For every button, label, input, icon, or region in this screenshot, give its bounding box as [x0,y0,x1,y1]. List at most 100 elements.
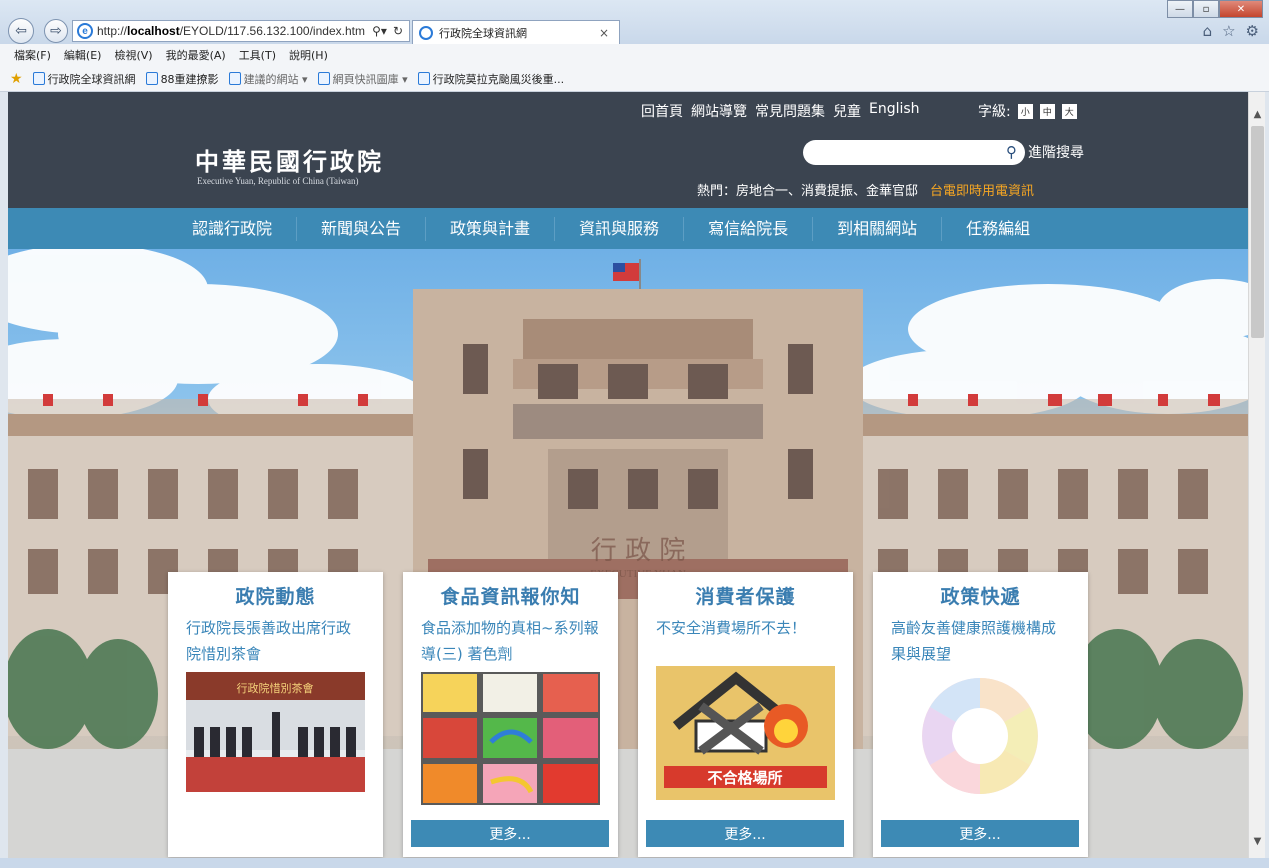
page-icon [228,72,241,85]
favorites-add-icon[interactable]: ★ [10,71,23,87]
search-icon[interactable]: ⚲ [1006,143,1017,161]
browser-tab-active[interactable]: 行政院全球資訊網 × [412,20,620,44]
tab-close-icon[interactable]: × [599,26,609,40]
more-button[interactable]: 更多... [646,820,844,847]
back-button[interactable]: ⇦ [8,18,34,44]
site-header: 中華民國行政院 Executive Yuan, Republic of Chin… [8,126,1248,208]
card-title[interactable]: 消費者保護 [656,582,835,609]
news-card-policy-express[interactable]: 政策快遞 高齡友善健康照護機構成果與展望 更多... [873,572,1088,857]
favorite-link[interactable]: 行政院全球資訊網 [32,71,136,87]
font-size-button[interactable]: 中 [1039,103,1055,119]
page-scrollbar[interactable]: ▲ ▼ [1248,92,1265,858]
card-subtitle[interactable]: 行政院長張善政出席行政院惜別茶會 [186,615,365,667]
hero-sign-text: 行 政 院 [591,536,686,566]
utility-bar: 回首頁 網站導覽 常見問題集 兒童 English 字級: 小中大 [8,92,1248,126]
font-size-button[interactable]: 小 [1017,103,1033,119]
window-close-button[interactable]: ✕ [1219,0,1263,18]
scroll-thumb[interactable] [1251,126,1264,338]
home-icon[interactable]: ⌂ [1203,22,1213,40]
window-controls: — ▫ ✕ [1167,0,1263,18]
main-nav-item[interactable]: 到相關網站 [813,216,943,241]
favorite-label: 行政院莫拉克颱風災後重... [432,72,565,86]
favorite-label: 建議的網站 ▾ [243,72,308,86]
address-url[interactable]: http://localhost/EYOLD/117.56.132.100/in… [97,24,366,38]
main-nav-item[interactable]: 政策與計畫 [426,216,556,241]
utility-nav: 回首頁 網站導覽 常見問題集 兒童 English [641,101,920,121]
menu-item[interactable]: 工具(T) [239,47,276,63]
favorite-label: 88重建撩影 [160,72,219,86]
refresh-icon[interactable]: ↻ [393,24,403,38]
back-arrow-icon: ⇦ [15,23,27,39]
favorites-star-icon[interactable]: ☆ [1222,22,1235,40]
forward-button[interactable]: ⇨ [44,19,68,43]
card-title[interactable]: 政院動態 [186,582,365,609]
page-viewport: 回首頁 網站導覽 常見問題集 兒童 English 字級: 小中大 中華民國行政院 Ex… [8,92,1248,858]
main-nav-item[interactable]: 認識行政院 [168,216,298,241]
scroll-up-icon[interactable]: ▲ [1249,106,1266,123]
browser-menubar: 檔案(F) 編輯(E) 檢視(V) 我的最愛(A) 工具(T) 說明(H) [0,44,1269,66]
menu-item[interactable]: 我的最愛(A) [166,47,226,63]
favorite-link[interactable]: 網頁快訊圖庫 ▾ [317,71,408,87]
page-icon [32,72,45,85]
card-photo-unsafe-venue-sign[interactable]: 不合格場所 [656,666,835,800]
sign-text: 不合格場所 [707,769,782,787]
minimize-button[interactable]: — [1167,0,1193,18]
font-size-switcher: 字級: 小中大 [978,101,1077,121]
hot-topics: 熱門：房地合一、消費提振、金華官邸 台電即時用電資訊 [697,180,1034,199]
utility-link[interactable]: 兒童 [833,101,861,121]
page-icon [317,72,330,85]
favorite-label: 行政院全球資訊網 [47,72,136,86]
search-input[interactable]: ⚲ [803,140,1025,165]
hot-topic-highlight[interactable]: 台電即時用電資訊 [930,180,1034,199]
card-photo-candy[interactable] [421,672,600,805]
main-nav-item[interactable]: 寫信給院長 [684,216,814,241]
more-button[interactable]: 更多... [411,820,609,847]
page-icon [145,72,158,85]
favorite-link[interactable]: 行政院莫拉克颱風災後重... [417,71,565,87]
card-photo-tea-party[interactable]: 行政院惜別茶會 [186,672,365,792]
news-card-executive-updates[interactable]: 政院動態 行政院長張善政出席行政院惜別茶會 行政院惜別茶會 [168,572,383,857]
font-size-button[interactable]: 大 [1061,103,1077,119]
settings-gear-icon[interactable]: ⚙ [1246,22,1259,40]
favorite-link[interactable]: 88重建撩影 [145,71,219,87]
card-subtitle[interactable]: 高齡友善健康照護機構成果與展望 [891,615,1070,667]
utility-link[interactable]: English [869,101,920,121]
news-card-consumer-protection[interactable]: 消費者保護 不安全消費場所不去！ 不合格場所 更多... [638,572,853,857]
main-nav-item[interactable]: 資訊與服務 [555,216,685,241]
card-infographic-elderly-care[interactable] [891,668,1070,800]
menu-item[interactable]: 檔案(F) [14,47,51,63]
forward-arrow-icon: ⇨ [50,23,62,39]
menu-item[interactable]: 說明(H) [289,47,328,63]
news-card-food-info[interactable]: 食品資訊報你知 食品添加物的真相~系列報導(三) 著色劑 更多... [403,572,618,857]
favorites-bar: ★ 行政院全球資訊網 88重建撩影 建議的網站 ▾ 網頁快訊圖庫 ▾ 行政院莫拉克颱風災… [0,66,1269,92]
menu-item[interactable]: 編輯(E) [64,47,102,63]
card-subtitle[interactable]: 食品添加物的真相~系列報導(三) 著色劑 [421,615,600,667]
site-logo[interactable]: 中華民國行政院 [195,142,384,177]
photo-banner-text: 行政院惜別茶會 [237,681,314,695]
maximize-button[interactable]: ▫ [1193,0,1219,18]
tab-title: 行政院全球資訊網 [439,26,527,40]
browser-titlebar: ⇦ ⇨ e http://localhost/EYOLD/117.56.132.… [0,0,1269,44]
favorite-link[interactable]: 建議的網站 ▾ [228,71,308,87]
utility-link[interactable]: 常見問題集 [755,101,825,121]
card-title[interactable]: 食品資訊報你知 [421,582,600,609]
ie-logo-icon: e [77,23,93,39]
site-logo-english: Executive Yuan, Republic of China (Taiwa… [197,176,359,186]
main-nav-item[interactable]: 任務編組 [942,217,1054,241]
favorite-label: 網頁快訊圖庫 ▾ [332,72,408,86]
scroll-down-icon[interactable]: ▼ [1249,833,1266,850]
main-nav: 認識行政院 新聞與公告 政策與計畫 資訊與服務 寫信給院長 到相關網站 任務編組 [8,208,1248,249]
advanced-search-link[interactable]: 進階搜尋 [1028,142,1084,162]
card-subtitle[interactable]: 不安全消費場所不去！ [656,615,835,641]
address-bar[interactable]: e http://localhost/EYOLD/117.56.132.100/… [72,20,410,42]
more-button[interactable]: 更多... [881,820,1079,847]
utility-link[interactable]: 回首頁 [641,101,683,121]
page-icon [417,72,430,85]
card-title[interactable]: 政策快遞 [891,582,1070,609]
menu-item[interactable]: 檢視(V) [114,47,152,63]
utility-link[interactable]: 網站導覽 [691,101,747,121]
browser-bottom-frame [0,858,1269,868]
hot-topics-text[interactable]: 熱門：房地合一、消費提振、金華官邸 [697,180,918,199]
search-dropdown-icon[interactable]: ⚲▾ [372,24,387,38]
main-nav-item[interactable]: 新聞與公告 [297,216,427,241]
